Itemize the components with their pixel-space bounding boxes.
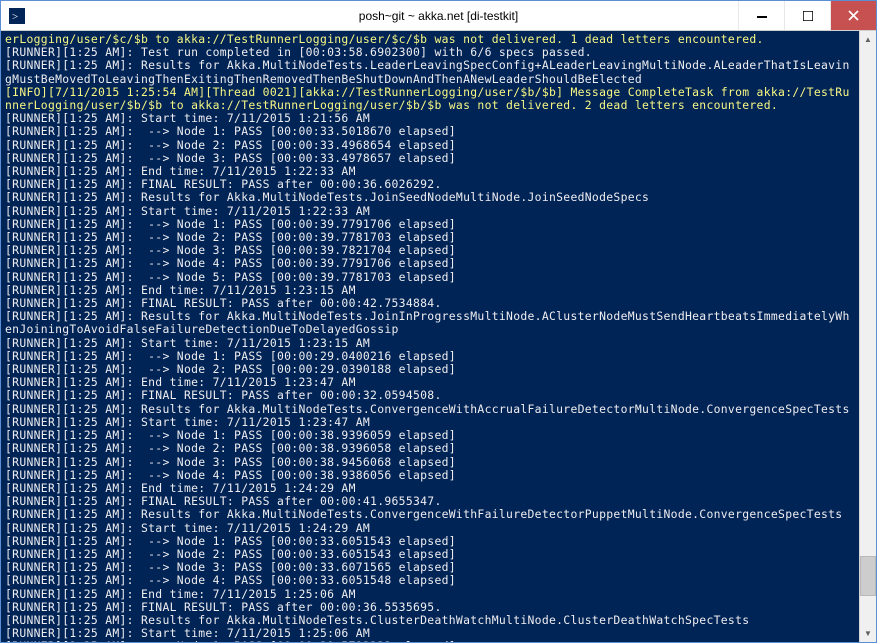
terminal-line: [RUNNER][1:25 AM]: FINAL RESULT: PASS af… [5, 177, 442, 191]
scroll-track[interactable] [860, 48, 876, 625]
terminal-line: [RUNNER][1:25 AM]: --> Node 1: PASS [00:… [5, 428, 456, 442]
terminal-output[interactable]: erLogging/user/$c/$b to akka://TestRunne… [1, 31, 859, 642]
minimize-button[interactable] [738, 1, 784, 30]
terminal-line: [RUNNER][1:25 AM]: Results for Akka.Mult… [5, 613, 749, 627]
terminal-line: [RUNNER][1:25 AM]: Start time: 7/11/2015… [5, 626, 370, 640]
terminal-line: [RUNNER][1:25 AM]: Results for Akka.Mult… [5, 507, 842, 521]
maximize-button[interactable] [784, 1, 830, 30]
terminal-line: [RUNNER][1:25 AM]: --> Node 2: PASS [00:… [5, 230, 456, 244]
terminal-line: [RUNNER][1:25 AM]: Results for Akka.Mult… [5, 309, 850, 336]
terminal-line: [RUNNER][1:25 AM]: --> Node 3: PASS [00:… [5, 455, 456, 469]
terminal-line: [RUNNER][1:25 AM]: --> Node 5: PASS [00:… [5, 270, 456, 284]
app-window: > posh~git ~ akka.net [di-testkit] erLog… [0, 0, 877, 643]
terminal-line: [RUNNER][1:25 AM]: --> Node 1: PASS [00:… [5, 349, 456, 363]
terminal-line: [RUNNER][1:25 AM]: Start time: 7/11/2015… [5, 415, 370, 429]
terminal-line: [RUNNER][1:25 AM]: End time: 7/11/2015 1… [5, 283, 356, 297]
terminal-line: [RUNNER][1:25 AM]: Start time: 7/11/2015… [5, 111, 370, 125]
terminal-line: [RUNNER][1:25 AM]: --> Node 3: PASS [00:… [5, 560, 456, 574]
terminal-line: [RUNNER][1:25 AM]: --> Node 1: PASS [00:… [5, 534, 456, 548]
terminal-line: [RUNNER][1:25 AM]: FINAL RESULT: PASS af… [5, 388, 442, 402]
svg-text:>: > [12, 11, 18, 23]
terminal-line: [RUNNER][1:25 AM]: Results for Akka.Mult… [5, 402, 850, 416]
terminal-line: [RUNNER][1:25 AM]: --> Node 2: PASS [00:… [5, 441, 456, 455]
terminal-wrapper: erLogging/user/$c/$b to akka://TestRunne… [1, 31, 876, 642]
terminal-line: [RUNNER][1:25 AM]: Results for Akka.Mult… [5, 190, 649, 204]
app-icon: > [9, 8, 25, 24]
terminal-line: [RUNNER][1:25 AM]: Results for Akka.Mult… [5, 58, 850, 85]
terminal-line: erLogging/user/$c/$b to akka://TestRunne… [5, 32, 764, 46]
terminal-line: [RUNNER][1:25 AM]: --> Node 4: PASS [00:… [5, 468, 456, 482]
terminal-line: [RUNNER][1:25 AM]: FINAL RESULT: PASS af… [5, 296, 442, 310]
terminal-line: [RUNNER][1:25 AM]: End time: 7/11/2015 1… [5, 587, 356, 601]
terminal-line: [RUNNER][1:25 AM]: --> Node 2: PASS [00:… [5, 547, 456, 561]
terminal-line: [INFO][7/11/2015 1:25:54 AM][Thread 0021… [5, 85, 850, 112]
close-button[interactable] [830, 1, 876, 30]
terminal-line: [RUNNER][1:25 AM]: Start time: 7/11/2015… [5, 204, 370, 218]
window-controls [738, 1, 876, 30]
terminal-line: [RUNNER][1:25 AM]: --> Node 1: PASS [00:… [5, 639, 456, 642]
terminal-line: [RUNNER][1:25 AM]: --> Node 4: PASS [00:… [5, 573, 456, 587]
titlebar[interactable]: > posh~git ~ akka.net [di-testkit] [1, 1, 876, 31]
terminal-line: [RUNNER][1:25 AM]: --> Node 2: PASS [00:… [5, 138, 456, 152]
terminal-line: [RUNNER][1:25 AM]: --> Node 1: PASS [00:… [5, 124, 456, 138]
terminal-line: [RUNNER][1:25 AM]: FINAL RESULT: PASS af… [5, 600, 442, 614]
scroll-thumb[interactable] [860, 556, 876, 596]
terminal-line: [RUNNER][1:25 AM]: --> Node 2: PASS [00:… [5, 362, 456, 376]
terminal-line: [RUNNER][1:25 AM]: --> Node 1: PASS [00:… [5, 217, 456, 231]
terminal-line: [RUNNER][1:25 AM]: --> Node 3: PASS [00:… [5, 151, 456, 165]
scroll-up-arrow[interactable]: ▲ [860, 31, 876, 48]
scroll-down-arrow[interactable]: ▼ [860, 625, 876, 642]
terminal-line: [RUNNER][1:25 AM]: Test run completed in… [5, 45, 592, 59]
terminal-line: [RUNNER][1:25 AM]: End time: 7/11/2015 1… [5, 481, 356, 495]
terminal-line: [RUNNER][1:25 AM]: End time: 7/11/2015 1… [5, 164, 356, 178]
terminal-line: [RUNNER][1:25 AM]: Start time: 7/11/2015… [5, 336, 370, 350]
terminal-line: [RUNNER][1:25 AM]: FINAL RESULT: PASS af… [5, 494, 442, 508]
terminal-line: [RUNNER][1:25 AM]: Start time: 7/11/2015… [5, 521, 370, 535]
vertical-scrollbar[interactable]: ▲ ▼ [859, 31, 876, 642]
terminal-line: [RUNNER][1:25 AM]: --> Node 3: PASS [00:… [5, 243, 456, 257]
terminal-line: [RUNNER][1:25 AM]: --> Node 4: PASS [00:… [5, 256, 456, 270]
terminal-line: [RUNNER][1:25 AM]: End time: 7/11/2015 1… [5, 375, 356, 389]
